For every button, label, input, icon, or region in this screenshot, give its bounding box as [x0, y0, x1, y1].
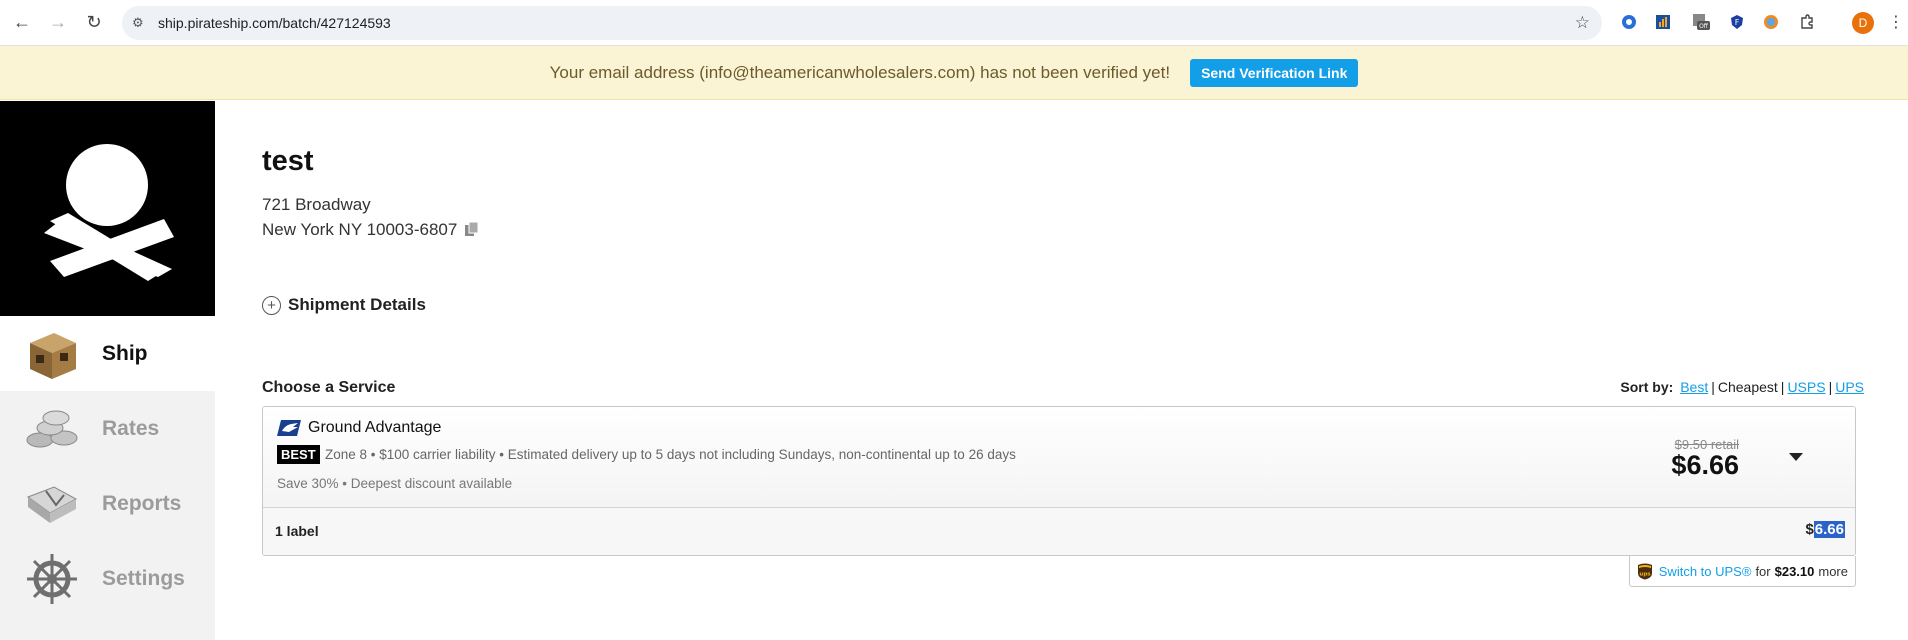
- service-price: $6.66: [1671, 450, 1739, 480]
- sidebar-item-ship[interactable]: Ship: [0, 316, 215, 391]
- sort-cheapest[interactable]: Cheapest: [1718, 379, 1778, 395]
- sidebar-item-label: Ship: [102, 341, 148, 365]
- verification-message: Your email address (info@theamericanwhol…: [549, 62, 1171, 82]
- ups-amount: $23.10: [1774, 563, 1815, 579]
- extensions-puzzle-icon[interactable]: [1796, 11, 1818, 33]
- sort-by-label: Sort by:: [1620, 379, 1674, 395]
- choose-service-heading: Choose a Service: [262, 379, 396, 396]
- plus-circle-icon: +: [262, 295, 281, 315]
- verification-banner: Your email address (info@theamericanwhol…: [0, 46, 1908, 100]
- address-line-2: New York NY 10003-6807: [262, 220, 481, 240]
- sort-usps-link[interactable]: USPS: [1787, 379, 1825, 395]
- best-badge: BEST: [277, 445, 320, 464]
- svg-text:ups: ups: [1639, 571, 1651, 577]
- extension-off-icon[interactable]: Off: [1690, 11, 1712, 33]
- svg-text:F: F: [1735, 18, 1740, 27]
- ups-for-text: for: [1755, 563, 1771, 579]
- sidebar-item-label: Rates: [102, 416, 160, 440]
- sort-by: Sort by: Best | Cheapest | USPS | UPS: [1620, 379, 1864, 395]
- forward-icon[interactable]: →: [44, 9, 72, 37]
- chevron-down-icon[interactable]: [1789, 453, 1803, 461]
- bookmark-star-icon[interactable]: ☆: [1575, 13, 1590, 33]
- sort-ups-link[interactable]: UPS: [1835, 379, 1864, 395]
- address-line-1: 721 Broadway: [262, 195, 371, 214]
- sidebar-item-reports[interactable]: Reports: [0, 466, 215, 541]
- extension-orange-icon[interactable]: [1760, 11, 1782, 33]
- shipment-details-label: Shipment Details: [288, 295, 426, 314]
- sort-best-link[interactable]: Best: [1680, 379, 1708, 395]
- label-total-value: 6.66: [1813, 521, 1845, 538]
- address-bar[interactable]: ⚙ ship.pirateship.com/batch/427124593 ☆: [122, 6, 1602, 40]
- map-icon: [26, 485, 78, 523]
- profile-avatar[interactable]: D: [1852, 12, 1874, 34]
- service-card-ground-advantage[interactable]: Ground Advantage BEST Zone 8 • $100 carr…: [262, 406, 1856, 556]
- coins-icon: [26, 410, 78, 447]
- ups-shield-icon: ups: [1637, 563, 1652, 579]
- extension-blue-icon[interactable]: [1618, 11, 1640, 33]
- back-icon[interactable]: ←: [8, 9, 36, 37]
- sidebar-item-label: Settings: [102, 566, 185, 590]
- ship-wheel-icon: [27, 553, 77, 604]
- extension-chart-icon[interactable]: [1652, 11, 1674, 33]
- sidebar: Ship Rates Reports Settings: [0, 101, 215, 640]
- label-total: $6.66: [1805, 521, 1845, 538]
- usps-eagle-icon: [277, 420, 301, 436]
- browser-menu-icon[interactable]: ⋮: [1888, 12, 1904, 32]
- extension-shield-icon[interactable]: F: [1726, 11, 1748, 33]
- send-verification-button[interactable]: Send Verification Link: [1190, 58, 1359, 87]
- label-summary-row: 1 label $6.66: [263, 508, 1855, 555]
- service-option[interactable]: Ground Advantage BEST Zone 8 • $100 carr…: [263, 407, 1855, 508]
- shipment-details-toggle[interactable]: + Shipment Details: [262, 295, 426, 315]
- box-icon: [30, 332, 76, 379]
- ext-off-label: Off: [1699, 23, 1709, 30]
- pirate-ship-logo[interactable]: [0, 101, 215, 316]
- switch-to-ups-link[interactable]: Switch to UPS®: [1659, 564, 1752, 579]
- url-text[interactable]: ship.pirateship.com/batch/427124593: [158, 15, 391, 31]
- ups-more-text: more: [1818, 563, 1848, 579]
- label-total-prefix: $: [1805, 521, 1814, 538]
- service-name: Ground Advantage: [308, 419, 442, 436]
- service-description: Zone 8 • $100 carrier liability • Estima…: [325, 447, 1016, 462]
- browser-toolbar: ← → ↻ ⚙ ship.pirateship.com/batch/427124…: [0, 0, 1908, 46]
- service-savings: Save 30% • Deepest discount available: [277, 476, 513, 491]
- site-info-icon[interactable]: ⚙: [132, 15, 152, 31]
- sidebar-item-label: Reports: [102, 491, 182, 515]
- copy-icon[interactable]: [463, 221, 481, 239]
- sidebar-item-rates[interactable]: Rates: [0, 391, 215, 466]
- recipient-name: test: [262, 145, 314, 177]
- reload-icon[interactable]: ↻: [80, 9, 108, 37]
- address-line-2-text: New York NY 10003-6807: [262, 220, 458, 239]
- sidebar-item-settings[interactable]: Settings: [0, 541, 215, 616]
- switch-to-ups: ups Switch to UPS® for $23.10 more: [1628, 556, 1856, 587]
- label-count: 1 label: [275, 523, 319, 539]
